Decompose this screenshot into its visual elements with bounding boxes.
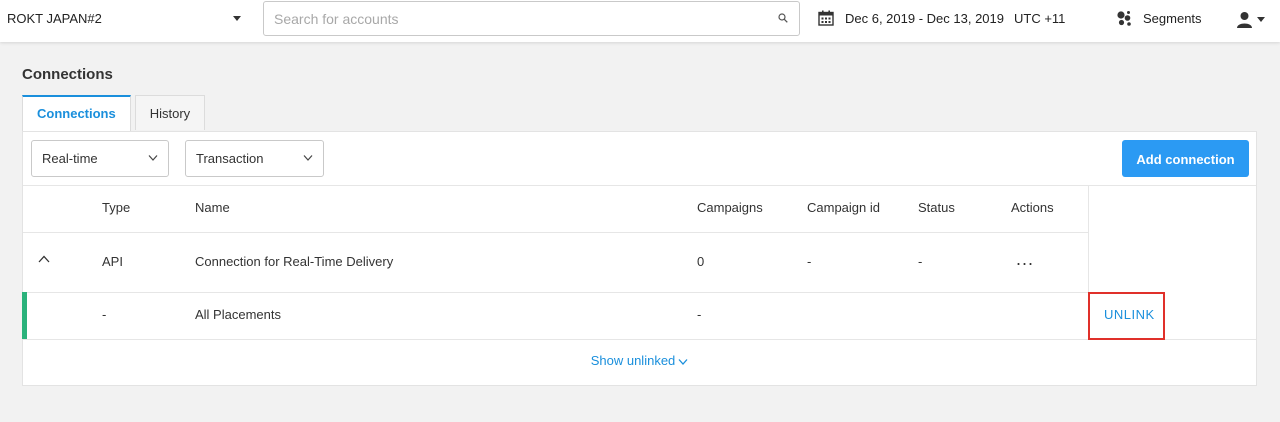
tab-history[interactable]: History: [134, 95, 206, 130]
column-header-campaigns[interactable]: Campaigns: [697, 200, 763, 215]
tab-connections[interactable]: Connections: [22, 95, 131, 131]
timezone-label: UTC +11: [1014, 10, 1066, 26]
column-header-actions: Actions: [1011, 200, 1054, 215]
add-connection-button[interactable]: Add connection: [1122, 140, 1249, 177]
chevron-down-icon: [303, 155, 313, 161]
caret-down-icon: [1257, 17, 1265, 22]
account-selector[interactable]: ROKT JAPAN#2: [7, 11, 102, 26]
more-actions-icon[interactable]: ...: [1016, 249, 1034, 270]
connection-campaigns: 0: [697, 254, 705, 269]
table-header: Type Name Campaigns Campaign id Status A…: [23, 185, 1089, 233]
top-bar: ROKT JAPAN#2 Dec 6, 2019 - Dec 13, 2019 …: [0, 0, 1280, 42]
placement-type: -: [102, 307, 107, 322]
column-header-campaign-id[interactable]: Campaign id: [807, 200, 880, 215]
account-search[interactable]: [263, 1, 800, 36]
search-icon[interactable]: [778, 13, 788, 23]
calendar-icon: [818, 10, 834, 26]
search-input[interactable]: [264, 2, 764, 35]
placement-name: All Placements: [195, 307, 281, 322]
user-icon: [1237, 12, 1252, 28]
caret-down-icon[interactable]: [233, 16, 241, 21]
show-unlinked-toggle[interactable]: Show unlinked: [23, 353, 1256, 368]
connection-name: Connection for Real-Time Delivery: [195, 254, 394, 269]
user-menu[interactable]: [1236, 11, 1265, 28]
column-header-name[interactable]: Name: [195, 200, 230, 215]
connections-panel: Real-time Transaction Add connection Typ…: [22, 131, 1257, 386]
mode-dropdown[interactable]: Real-time: [31, 140, 169, 177]
segments-label: Segments: [1143, 11, 1202, 26]
event-dropdown-value: Transaction: [196, 151, 264, 166]
chevron-down-icon: [148, 155, 158, 161]
connections-table: Type Name Campaigns Campaign id Status A…: [23, 185, 1089, 293]
column-header-type[interactable]: Type: [102, 200, 130, 215]
table-row: - All Placements - UNLINK: [22, 292, 1256, 340]
show-unlinked-label: Show unlinked: [590, 353, 676, 368]
connection-campaign-id: -: [807, 254, 812, 269]
page-title: Connections: [22, 66, 113, 83]
date-range-text: Dec 6, 2019 - Dec 13, 2019: [845, 10, 1004, 26]
linked-indicator: [22, 292, 27, 339]
unlink-button[interactable]: UNLINK: [1104, 307, 1155, 322]
connection-status: -: [918, 254, 923, 269]
tab-bar: Connections History: [22, 95, 206, 131]
date-range-picker[interactable]: Dec 6, 2019 - Dec 13, 2019 UTC +11: [818, 10, 1065, 26]
chevron-down-icon: [678, 358, 688, 365]
segments-button[interactable]: Segments: [1116, 10, 1202, 27]
connection-type: API: [102, 254, 123, 269]
event-dropdown[interactable]: Transaction: [185, 140, 324, 177]
chevron-up-icon[interactable]: [38, 255, 50, 263]
column-header-status[interactable]: Status: [918, 200, 955, 215]
filter-bar: Real-time Transaction Add connection: [23, 132, 1256, 186]
table-row: API Connection for Real-Time Delivery 0 …: [23, 233, 1089, 293]
placement-campaigns: -: [697, 307, 702, 322]
segments-icon: [1117, 11, 1131, 26]
mode-dropdown-value: Real-time: [42, 151, 98, 166]
